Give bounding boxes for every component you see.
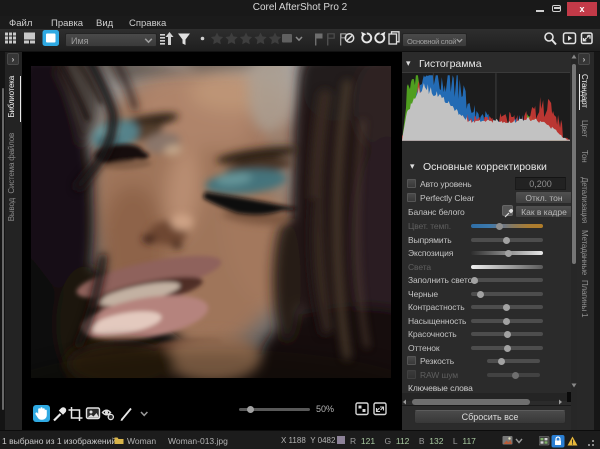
svg-text:!: ! [571, 439, 573, 446]
